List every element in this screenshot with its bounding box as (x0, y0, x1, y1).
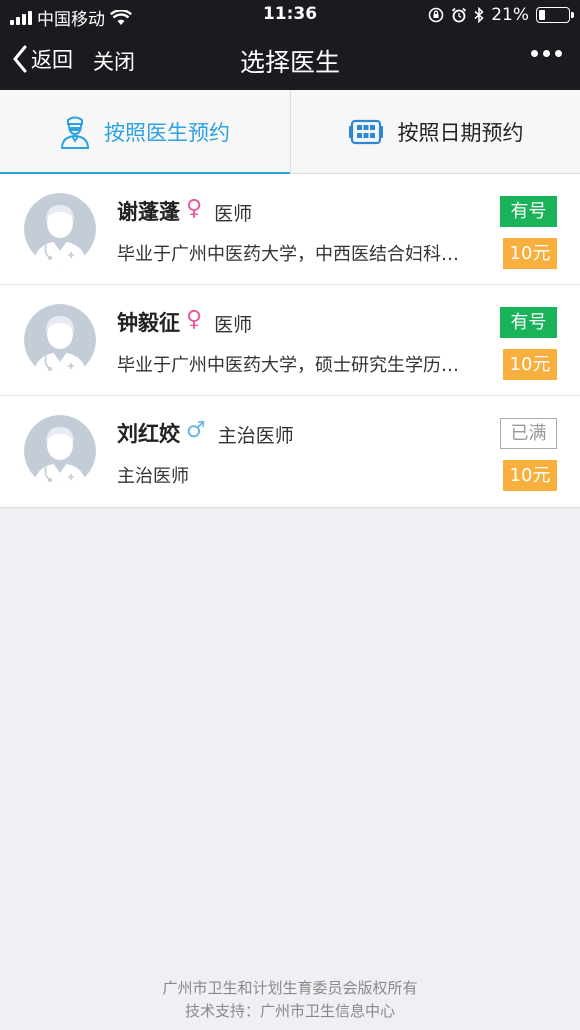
doctor-avatar-icon (24, 193, 96, 265)
availability-badge: 有号 (500, 307, 557, 338)
battery-icon (536, 7, 574, 23)
calendar-icon (348, 119, 383, 145)
doctor-avatar (24, 193, 96, 265)
more-dot-icon (543, 50, 550, 57)
female-icon: ♀ (186, 307, 203, 332)
doctor-row[interactable]: 钟毅征 ♀ 医师 毕业于广州中医药大学，硕士研究生学历… 有号 10元 (0, 285, 580, 396)
doctor-icon (60, 116, 90, 149)
tab-bar: 按照医生预约 按照日期预约 (0, 90, 580, 175)
page-title: 选择医生 (239, 48, 340, 77)
battery-level (539, 10, 545, 20)
doctor-description: 主治医师 (117, 466, 189, 487)
status-right: 21% (428, 5, 574, 25)
doctor-row[interactable]: 谢蓬蓬 ♀ 医师 毕业于广州中医药大学，中西医结合妇科… 有号 10元 (0, 174, 580, 285)
availability-badge: 有号 (500, 196, 557, 227)
doctor-title: 主治医师 (217, 425, 294, 447)
doctor-name: 刘红姣 (117, 422, 180, 446)
doctor-title: 医师 (214, 203, 253, 225)
status-bar: 中国移动 11:36 21% (0, 0, 580, 30)
doctor-description: 毕业于广州中医药大学，硕士研究生学历… (117, 355, 459, 376)
nav-bar: 返回 关闭 选择医生 (0, 30, 580, 90)
battery-percent: 21% (491, 5, 529, 25)
footer: 广州市卫生和计划生育委员会版权所有 技术支持：广州市卫生信息中心 (0, 977, 580, 1023)
tab-by-date[interactable]: 按照日期预约 (290, 90, 580, 174)
tab-label: 按照医生预约 (104, 121, 230, 145)
more-dot-icon (531, 50, 538, 57)
doctor-avatar-icon (24, 415, 96, 487)
tab-by-doctor[interactable]: 按照医生预约 (0, 90, 290, 175)
doctor-avatar-icon (24, 304, 96, 376)
app: 中国移动 11:36 21% 返回 关闭 选择医生 按照医生预约 按照日期预约 … (0, 0, 580, 1030)
price-badge: 10元 (503, 238, 557, 269)
alarm-icon (452, 7, 467, 23)
footer-copyright: 广州市卫生和计划生育委员会版权所有 (162, 979, 418, 997)
more-dot-icon (555, 50, 562, 57)
doctor-list: 谢蓬蓬 ♀ 医师 毕业于广州中医药大学，中西医结合妇科… 有号 10元 钟毅征 … (0, 174, 580, 508)
tab-label: 按照日期预约 (397, 121, 524, 145)
availability-badge: 已满 (500, 418, 557, 449)
doctor-description: 毕业于广州中医药大学，中西医结合妇科… (117, 244, 459, 265)
doctor-row[interactable]: 刘红姣 ♂ 主治医师 主治医师 已满 10元 (0, 396, 580, 507)
more-menu-button[interactable] (531, 50, 562, 57)
doctor-title: 医师 (214, 314, 253, 336)
orientation-lock-icon (428, 7, 444, 23)
doctor-avatar (24, 415, 96, 487)
doctor-name: 钟毅征 (117, 311, 180, 335)
female-icon: ♀ (186, 196, 203, 221)
doctor-avatar (24, 304, 96, 376)
male-icon: ♂ (186, 418, 206, 443)
price-badge: 10元 (503, 460, 557, 491)
doctor-name: 谢蓬蓬 (117, 200, 180, 224)
footer-support: 技术支持：广州市卫生信息中心 (184, 1002, 395, 1020)
price-badge: 10元 (503, 349, 557, 380)
bluetooth-icon (474, 7, 484, 23)
